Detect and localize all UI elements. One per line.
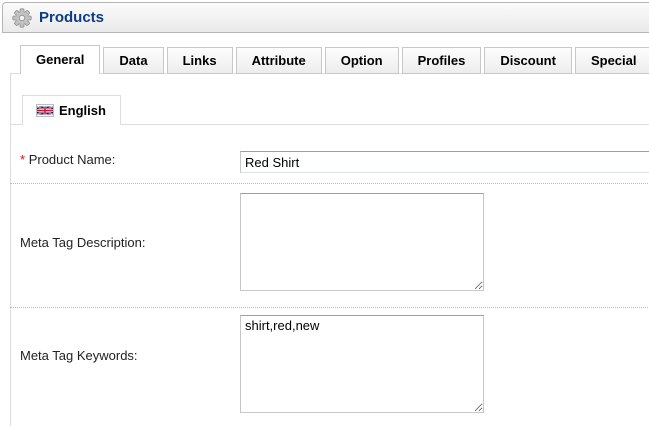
tab-links[interactable]: Links	[166, 47, 233, 74]
row-separator	[10, 183, 649, 184]
tab-option[interactable]: Option	[324, 47, 399, 74]
meta-description-textarea[interactable]	[240, 193, 484, 291]
tab-data[interactable]: Data	[103, 47, 164, 74]
tab-special[interactable]: Special	[574, 47, 649, 74]
meta-description-label: Meta Tag Description:	[20, 235, 146, 250]
tab-language-english[interactable]: English	[22, 95, 121, 125]
tab-discount[interactable]: Discount	[484, 47, 572, 74]
row-separator	[10, 307, 649, 308]
required-asterisk: *	[20, 152, 26, 167]
product-name-input[interactable]	[240, 151, 649, 173]
tab-attribute[interactable]: Attribute	[235, 47, 322, 74]
page-heading-bar: Products	[2, 2, 649, 33]
language-tab-label: English	[59, 103, 106, 118]
page-title: Products	[39, 9, 105, 26]
uk-flag-icon	[36, 104, 54, 117]
tab-profiles[interactable]: Profiles	[401, 47, 482, 74]
products-edit-page: Products General Data Links Attribute Op…	[0, 0, 649, 426]
product-name-label: * Product Name:	[20, 152, 116, 167]
gear-icon	[12, 7, 32, 28]
meta-keywords-textarea[interactable]: shirt,red,new	[240, 315, 484, 413]
meta-keywords-label: Meta Tag Keywords:	[20, 348, 138, 363]
tab-general[interactable]: General	[20, 45, 101, 74]
product-tabs: General Data Links Attribute Option Prof…	[20, 45, 649, 74]
